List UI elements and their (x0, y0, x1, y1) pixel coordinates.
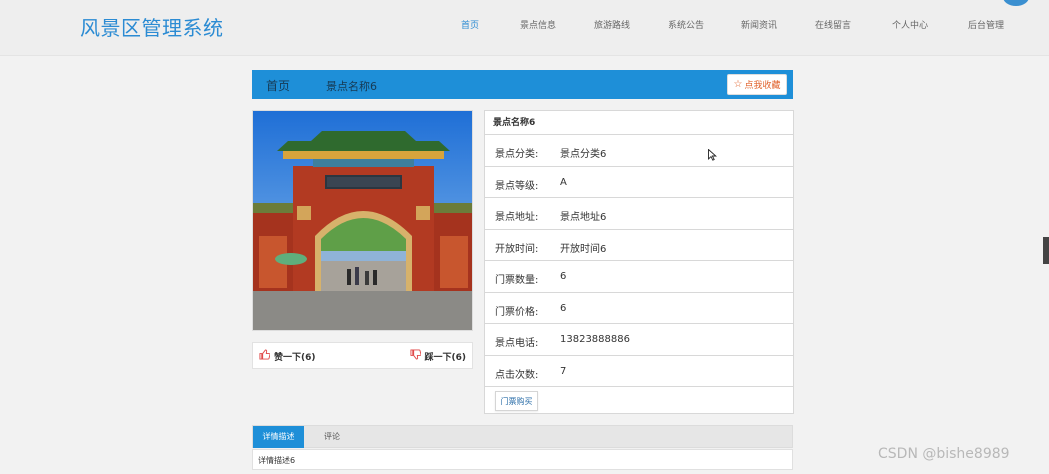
attraction-info-table: 景点名称6 景点分类: 景点分类6 景点等级: A 景点地址: 景点地址6 开放… (484, 110, 794, 414)
info-value: 景点地址6 (560, 212, 607, 223)
info-row-ticket-price: 门票价格: 6 (485, 293, 793, 324)
info-value: 7 (560, 365, 567, 377)
info-row-ticket-count: 门票数量: 6 (485, 261, 793, 293)
info-value: 6 (560, 302, 567, 314)
favorite-label: 点我收藏 (744, 81, 781, 91)
scrollbar-handle[interactable] (1043, 237, 1049, 264)
nav-home[interactable]: 首页 (461, 18, 479, 31)
info-row-phone: 景点电话: 13823888886 (485, 324, 793, 356)
breadcrumb: 首页 景点名称6 ☆ 点我收藏 (252, 70, 793, 99)
buy-ticket-button[interactable]: 门票购买 (495, 391, 538, 411)
nav-news[interactable]: 新闻资讯 (741, 18, 777, 31)
watermark: CSDN @bishe8989 (878, 446, 1010, 462)
info-row-level: 景点等级: A (485, 167, 793, 198)
info-row-category: 景点分类: 景点分类6 (485, 135, 793, 167)
info-key: 门票价格: (495, 306, 539, 318)
info-value: A (560, 176, 567, 188)
mouse-cursor-icon (708, 146, 717, 165)
info-row-open-time: 开放时间: 开放时间6 (485, 230, 793, 261)
info-key: 景点分类: (495, 149, 539, 160)
info-key: 点击次数: (495, 369, 539, 381)
info-key: 门票数量: (495, 275, 539, 286)
thumbs-up-icon (259, 349, 271, 363)
buy-area: 门票购买 (485, 387, 793, 414)
info-key: 景点等级: (495, 180, 539, 192)
tab-details[interactable]: 详情描述 (253, 426, 304, 448)
nav-announcements[interactable]: 系统公告 (668, 18, 704, 31)
info-row-address: 景点地址: 景点地址6 (485, 198, 793, 230)
nav-messages[interactable]: 在线留言 (815, 18, 851, 31)
info-value: 6 (560, 271, 567, 282)
thumbs-down-icon (409, 349, 421, 363)
tab-comments[interactable]: 评论 (315, 426, 349, 448)
info-value: 13823888886 (560, 334, 630, 345)
nav-profile[interactable]: 个人中心 (892, 18, 928, 31)
info-key: 开放时间: (495, 243, 539, 255)
favorite-button[interactable]: ☆ 点我收藏 (727, 74, 787, 95)
nav-attractions[interactable]: 景点信息 (520, 18, 556, 31)
like-bar: 赞一下(6) 踩一下(6) (252, 342, 473, 369)
info-title: 景点名称6 (485, 111, 793, 135)
nav-routes[interactable]: 旅游路线 (594, 18, 630, 31)
main-nav: 首页 景点信息 旅游路线 系统公告 新闻资讯 在线留言 个人中心 后台管理 (0, 18, 1049, 32)
info-key: 景点地址: (495, 212, 539, 223)
attraction-photo (252, 110, 473, 331)
info-value: 开放时间6 (560, 243, 607, 255)
tab-content: 详情描述6 (252, 449, 793, 470)
nav-admin[interactable]: 后台管理 (968, 18, 1004, 31)
info-key: 景点电话: (495, 338, 539, 349)
dislike-label: 踩一下(6) (424, 352, 467, 363)
info-row-clicks: 点击次数: 7 (485, 356, 793, 387)
site-header: 风景区管理系统 首页 景点信息 旅游路线 系统公告 新闻资讯 在线留言 个人中心… (0, 0, 1049, 56)
like-label: 赞一下(6) (274, 352, 316, 363)
breadcrumb-current: 景点名称6 (326, 80, 377, 93)
dislike-button[interactable]: 踩一下(6) (409, 349, 467, 363)
star-outline-icon: ☆ (733, 79, 743, 90)
avatar[interactable] (1003, 0, 1029, 6)
like-button[interactable]: 赞一下(6) (259, 349, 316, 363)
detail-tabs: 详情描述 评论 (252, 425, 793, 448)
breadcrumb-home[interactable]: 首页 (266, 77, 290, 94)
info-value: 景点分类6 (560, 149, 607, 160)
